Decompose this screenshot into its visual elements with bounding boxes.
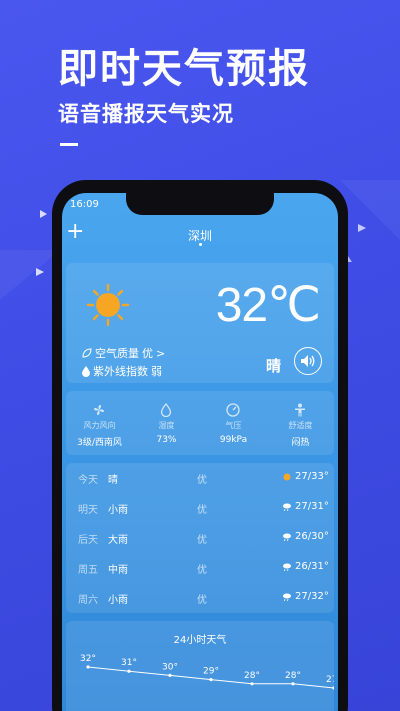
current-condition: 晴 (266, 357, 282, 375)
detail-wind: 风力风向 3级/西南风 (66, 391, 133, 455)
chevron-right-icon: > (156, 346, 166, 360)
city-name[interactable]: 深圳 (62, 227, 338, 244)
forecast-aqi: 优 (197, 565, 207, 576)
aqi-value: 优 (142, 347, 153, 360)
forecast-temp: 27/31° (295, 501, 329, 512)
forecast-temp: 26/31° (295, 561, 329, 572)
forecast-row[interactable]: 今天 晴 优 27/33° (66, 463, 334, 493)
forecast-row[interactable]: 明天 小雨 优 27/31° (66, 493, 334, 523)
forecast-condition: 小雨 (108, 505, 128, 516)
detail-value: 闷热 (291, 438, 310, 448)
forecast-aqi: 优 (197, 505, 207, 516)
status-time: 16:09 (70, 199, 99, 210)
hourly-point (209, 678, 213, 682)
forecast-temp: 27/33° (295, 471, 329, 482)
forecast-row[interactable]: 周五 中雨 优 26/31° (66, 553, 334, 583)
forecast-day: 明天 (78, 505, 98, 516)
detail-value: 99kPa (219, 435, 248, 445)
hourly-forecast-card: 24小时天气 32° 31° 30° 29° 28° 28° 27° (66, 621, 334, 711)
voice-broadcast-button[interactable] (294, 347, 322, 375)
forecast-aqi: 优 (197, 535, 207, 546)
fan-icon (94, 405, 104, 415)
detail-label: 舒适度 (288, 421, 313, 430)
hourly-point (127, 669, 131, 673)
sun-icon (86, 283, 130, 327)
hourly-point (291, 682, 295, 686)
forecast-aqi: 优 (197, 595, 207, 606)
water-drop-icon (82, 365, 90, 377)
phone-notch (126, 193, 274, 215)
hourly-point (86, 665, 90, 669)
hourly-title: 24小时天气 (173, 635, 227, 646)
daily-forecast-card: 今天 晴 优 27/33° 明天 小雨 优 27/31° 后天 大雨 优 26/… (66, 463, 334, 613)
hourly-temp-label: 30° (162, 662, 178, 672)
leaf-icon (82, 348, 92, 358)
hourly-temp-label: 28° (285, 671, 301, 681)
page-indicator-dot (199, 243, 202, 246)
phone-screen: 16:09 + 深圳 32℃ 空气质量 优 > 紫外线指数 弱 晴 风力风向 3… (62, 193, 338, 711)
forecast-day: 今天 (78, 475, 98, 486)
hourly-temp-label: 28° (244, 671, 260, 681)
detail-value: 3级/西南风 (77, 438, 122, 448)
rain-cloud-icon (283, 533, 291, 542)
forecast-day: 周六 (78, 595, 98, 606)
detail-label: 湿度 (158, 421, 175, 430)
forecast-condition: 小雨 (108, 595, 128, 606)
speaker-icon (301, 355, 315, 367)
forecast-temp: 26/30° (295, 531, 329, 542)
forecast-condition: 大雨 (108, 535, 128, 546)
forecast-row[interactable]: 周六 小雨 优 27/32° (66, 583, 334, 613)
uv-index-row: 紫外线指数 弱 (82, 363, 162, 379)
rain-cloud-icon (283, 503, 291, 512)
current-weather-card: 32℃ 空气质量 优 > 紫外线指数 弱 晴 (66, 263, 334, 383)
detail-comfort: 舒适度 闷热 (267, 391, 334, 455)
person-icon (295, 403, 305, 417)
current-temperature: 32℃ (215, 279, 321, 332)
detail-value: 73% (156, 435, 177, 445)
hourly-temp-label: 27° (326, 675, 334, 685)
forecast-row[interactable]: 后天 大雨 优 26/30° (66, 523, 334, 553)
weather-details-card: 风力风向 3级/西南风 湿度 73% 气压 99kPa 舒适度 闷热 (66, 391, 334, 455)
pressure-gauge-icon (226, 403, 240, 417)
hourly-temp-label: 32° (80, 654, 96, 664)
rain-cloud-icon (283, 563, 291, 572)
hourly-point (168, 673, 172, 677)
forecast-temp: 27/32° (295, 591, 329, 602)
uv-label: 紫外线指数 (93, 365, 148, 378)
hourly-point (250, 682, 254, 686)
detail-label: 气压 (225, 421, 242, 430)
sun-small-icon (283, 473, 291, 481)
forecast-day: 周五 (78, 565, 98, 576)
forecast-condition: 晴 (108, 475, 118, 486)
forecast-condition: 中雨 (108, 565, 128, 576)
detail-pressure: 气压 99kPa (200, 391, 267, 455)
hourly-temp-label: 31° (121, 658, 137, 668)
air-quality-row[interactable]: 空气质量 优 > (82, 345, 165, 361)
humidity-drop-icon (160, 403, 172, 417)
hourly-temperature-chart: 32° 31° 30° 29° 28° 28° 27° (80, 654, 334, 690)
hourly-temp-label: 29° (203, 667, 219, 677)
detail-humidity: 湿度 73% (133, 391, 200, 455)
forecast-day: 后天 (78, 535, 98, 546)
hourly-point (332, 686, 334, 690)
uv-value: 弱 (151, 365, 162, 378)
detail-label: 风力风向 (83, 421, 116, 430)
forecast-aqi: 优 (197, 475, 207, 486)
aqi-label: 空气质量 (95, 347, 139, 360)
rain-cloud-icon (283, 593, 291, 602)
